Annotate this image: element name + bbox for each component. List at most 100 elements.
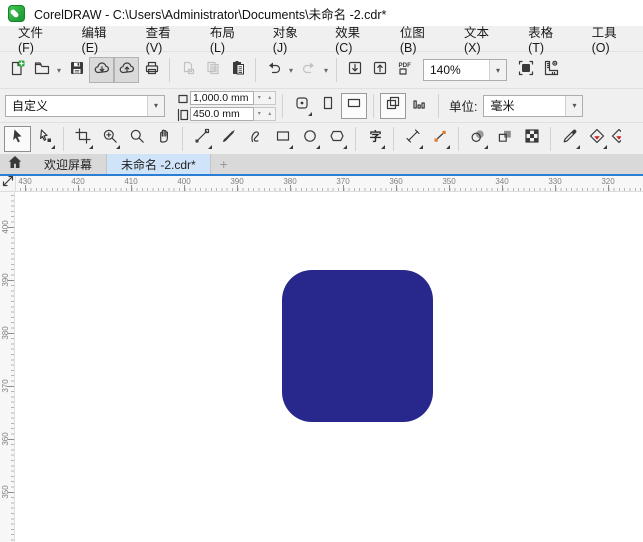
cloud-download-button[interactable] xyxy=(89,57,114,83)
separator xyxy=(373,93,374,118)
fit-page-button[interactable] xyxy=(289,93,315,119)
page-height-field[interactable] xyxy=(190,106,254,121)
export-button[interactable] xyxy=(367,57,392,83)
v-ruler-label: 380 xyxy=(1,326,10,340)
text-tool-button[interactable]: 字 xyxy=(361,126,388,152)
interactive-fill-tool-button[interactable] xyxy=(583,126,610,152)
work-area: 430 420 410 400 390 380 370 360 350 340 330 320 400… xyxy=(0,175,643,542)
h-ruler-label: 370 xyxy=(336,177,350,186)
pick-tool-button[interactable] xyxy=(4,125,31,152)
all-pages-same-size-button[interactable] xyxy=(380,92,406,119)
crop-tool-button[interactable] xyxy=(69,126,96,152)
separator xyxy=(458,126,459,151)
drop-shadow-tool-button[interactable] xyxy=(464,126,491,152)
ellipse-tool-icon xyxy=(302,128,318,149)
import-icon xyxy=(347,60,363,81)
home-tab-button[interactable] xyxy=(0,154,30,174)
connector-tool-button[interactable] xyxy=(426,126,453,152)
text-tool-icon: 字 xyxy=(367,128,383,149)
new-tab-button[interactable]: + xyxy=(211,154,237,174)
undo-button[interactable] xyxy=(261,57,286,83)
horizontal-ruler[interactable]: 430 420 410 400 390 380 370 360 350 340 330 320 xyxy=(16,176,643,192)
h-ruler-label: 400 xyxy=(177,177,191,186)
vertical-ruler[interactable]: 400 390 380 370 360 350 xyxy=(0,192,15,542)
magnifier-tool-button[interactable] xyxy=(123,126,150,152)
print-button[interactable] xyxy=(139,57,164,83)
page-width-spinner[interactable]: ▾ ▴ xyxy=(254,90,276,105)
menu-item-object[interactable]: 对象(J) xyxy=(259,26,321,55)
drawn-rounded-square[interactable] xyxy=(282,270,433,422)
polygon-tool-button[interactable] xyxy=(323,126,350,152)
window-title: CorelDRAW - C:\Users\Administrator\Docum… xyxy=(34,7,387,22)
cloud-upload-button[interactable] xyxy=(114,57,139,83)
menu-item-effects[interactable]: 效果(C) xyxy=(321,26,386,55)
fullscreen-preview-button[interactable] xyxy=(513,57,538,83)
menu-item-view[interactable]: 查看(V) xyxy=(132,26,196,55)
paste-button[interactable] xyxy=(225,57,250,83)
open-document-dropdown-arrow[interactable]: ▾ xyxy=(54,66,64,75)
zoom-tool-icon xyxy=(102,128,118,149)
shape-tool-button[interactable] xyxy=(31,126,58,152)
drawing-canvas[interactable] xyxy=(15,192,643,542)
pattern-fill-tool-button[interactable] xyxy=(518,126,545,152)
dimension-tool-button[interactable] xyxy=(399,126,426,152)
transparency-tool-button[interactable] xyxy=(491,126,518,152)
menu-item-tools[interactable]: 工具(O) xyxy=(578,26,643,55)
ellipse-tool-button[interactable] xyxy=(296,126,323,152)
home-icon xyxy=(7,154,23,175)
menu-item-bitmaps[interactable]: 位图(B) xyxy=(386,26,450,55)
publish-pdf-button[interactable]: PDF xyxy=(392,57,417,83)
v-ruler-label: 400 xyxy=(1,220,10,234)
document-tab-1[interactable]: 未命名 -2.cdr* xyxy=(107,154,211,174)
crop-tool-icon xyxy=(74,128,91,149)
menu-item-table[interactable]: 表格(T) xyxy=(514,26,578,55)
curve-tool-button[interactable] xyxy=(242,126,269,152)
rectangle-tool-icon xyxy=(275,128,291,149)
eyedropper-tool-button[interactable] xyxy=(556,126,583,152)
separator xyxy=(550,126,551,151)
menu-item-file[interactable]: 文件(F) xyxy=(4,26,68,55)
new-document-button[interactable] xyxy=(4,57,29,83)
menu-item-text[interactable]: 文本(X) xyxy=(450,26,514,55)
open-document-button[interactable] xyxy=(29,57,54,83)
landscape-button[interactable] xyxy=(341,92,367,119)
menu-item-layout[interactable]: 布局(L) xyxy=(196,26,259,55)
zoom-tool-button[interactable] xyxy=(96,126,123,152)
chevron-down-icon[interactable]: ▾ xyxy=(147,95,164,116)
save-button[interactable] xyxy=(64,57,89,83)
page-preset-combo[interactable]: 自定义 ▾ xyxy=(5,94,165,117)
v-ruler-label: 390 xyxy=(1,273,10,287)
chevron-down-icon[interactable]: ▾ xyxy=(489,60,506,80)
rectangle-tool-button[interactable] xyxy=(269,126,296,152)
freehand-tool-button[interactable] xyxy=(188,126,215,152)
chevron-down-icon[interactable]: ▾ xyxy=(565,95,583,116)
fit-page-icon xyxy=(294,95,310,116)
magnifier-tool-icon xyxy=(129,128,145,149)
copy-icon xyxy=(205,60,221,81)
document-tab-0[interactable]: 欢迎屏幕 xyxy=(30,154,108,174)
redo-dropdown-arrow[interactable]: ▾ xyxy=(321,66,331,75)
zoom-level-combo[interactable]: 140% ▾ xyxy=(423,59,507,81)
pattern-fill-tool-icon xyxy=(524,128,540,149)
page-dimensions: ▾▴ ▾▴ xyxy=(175,90,276,121)
cloud-upload-icon xyxy=(119,60,135,81)
ruler-origin-button[interactable] xyxy=(0,175,16,192)
units-value: 毫米 xyxy=(490,99,515,113)
page-width-field[interactable] xyxy=(190,90,254,105)
h-ruler-label: 320 xyxy=(601,177,615,186)
artistic-media-tool-button[interactable] xyxy=(215,126,242,152)
freehand-tool-icon xyxy=(194,128,210,149)
menu-item-edit[interactable]: 编辑(E) xyxy=(68,26,132,55)
document-tab-bar: 欢迎屏幕 未命名 -2.cdr* + xyxy=(0,154,643,176)
units-combo[interactable]: 毫米 ▾ xyxy=(483,94,584,117)
page-height-spinner[interactable]: ▾ ▴ xyxy=(254,106,276,121)
portrait-button[interactable] xyxy=(315,93,341,119)
separator xyxy=(282,93,283,118)
outline-tool-button[interactable] xyxy=(610,126,622,152)
toggle-rulers-button[interactable] xyxy=(538,57,563,83)
paste-icon xyxy=(230,60,246,81)
undo-dropdown-arrow[interactable]: ▾ xyxy=(286,66,296,75)
pan-tool-button[interactable] xyxy=(150,126,177,152)
import-button[interactable] xyxy=(342,57,367,83)
current-page-size-button[interactable] xyxy=(406,93,432,119)
